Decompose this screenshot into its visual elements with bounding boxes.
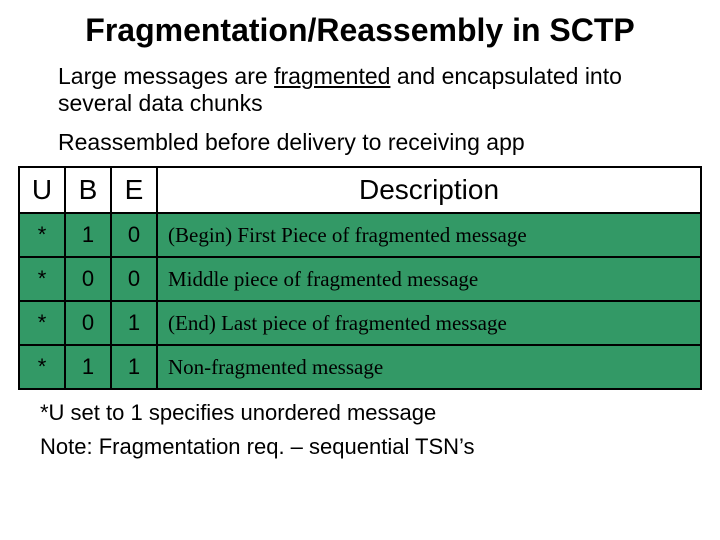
footnote-tsn: Note: Fragmentation req. – sequential TS… (40, 434, 680, 460)
cell-b: 0 (65, 257, 111, 301)
cell-u: * (19, 257, 65, 301)
col-header-description: Description (157, 167, 701, 213)
cell-u: * (19, 301, 65, 345)
col-header-e: E (111, 167, 157, 213)
table-row: * 0 0 Middle piece of fragmented message (19, 257, 701, 301)
cell-b: 1 (65, 345, 111, 389)
slide: Fragmentation/Reassembly in SCTP Large m… (0, 0, 720, 540)
cell-e: 0 (111, 257, 157, 301)
cell-b: 1 (65, 213, 111, 257)
page-title: Fragmentation/Reassembly in SCTP (18, 12, 702, 49)
cell-desc: Middle piece of fragmented message (157, 257, 701, 301)
cell-e: 0 (111, 213, 157, 257)
lead-pre: Large messages are (58, 63, 274, 89)
cell-u: * (19, 345, 65, 389)
cell-desc: Non-fragmented message (157, 345, 701, 389)
cell-desc: (Begin) First Piece of fragmented messag… (157, 213, 701, 257)
table-header-row: U B E Description (19, 167, 701, 213)
col-header-u: U (19, 167, 65, 213)
cell-u: * (19, 213, 65, 257)
table-row: * 0 1 (End) Last piece of fragmented mes… (19, 301, 701, 345)
cell-e: 1 (111, 345, 157, 389)
lead-underlined: fragmented (274, 63, 390, 89)
cell-desc: (End) Last piece of fragmented message (157, 301, 701, 345)
table-row: * 1 1 Non-fragmented message (19, 345, 701, 389)
footnote-u: *U set to 1 specifies unordered message (40, 400, 680, 426)
flags-table: U B E Description * 1 0 (Begin) First Pi… (18, 166, 702, 390)
lead-text-2: Reassembled before delivery to receiving… (58, 129, 662, 156)
table-row: * 1 0 (Begin) First Piece of fragmented … (19, 213, 701, 257)
cell-e: 1 (111, 301, 157, 345)
cell-b: 0 (65, 301, 111, 345)
lead-text: Large messages are fragmented and encaps… (58, 63, 662, 117)
col-header-b: B (65, 167, 111, 213)
